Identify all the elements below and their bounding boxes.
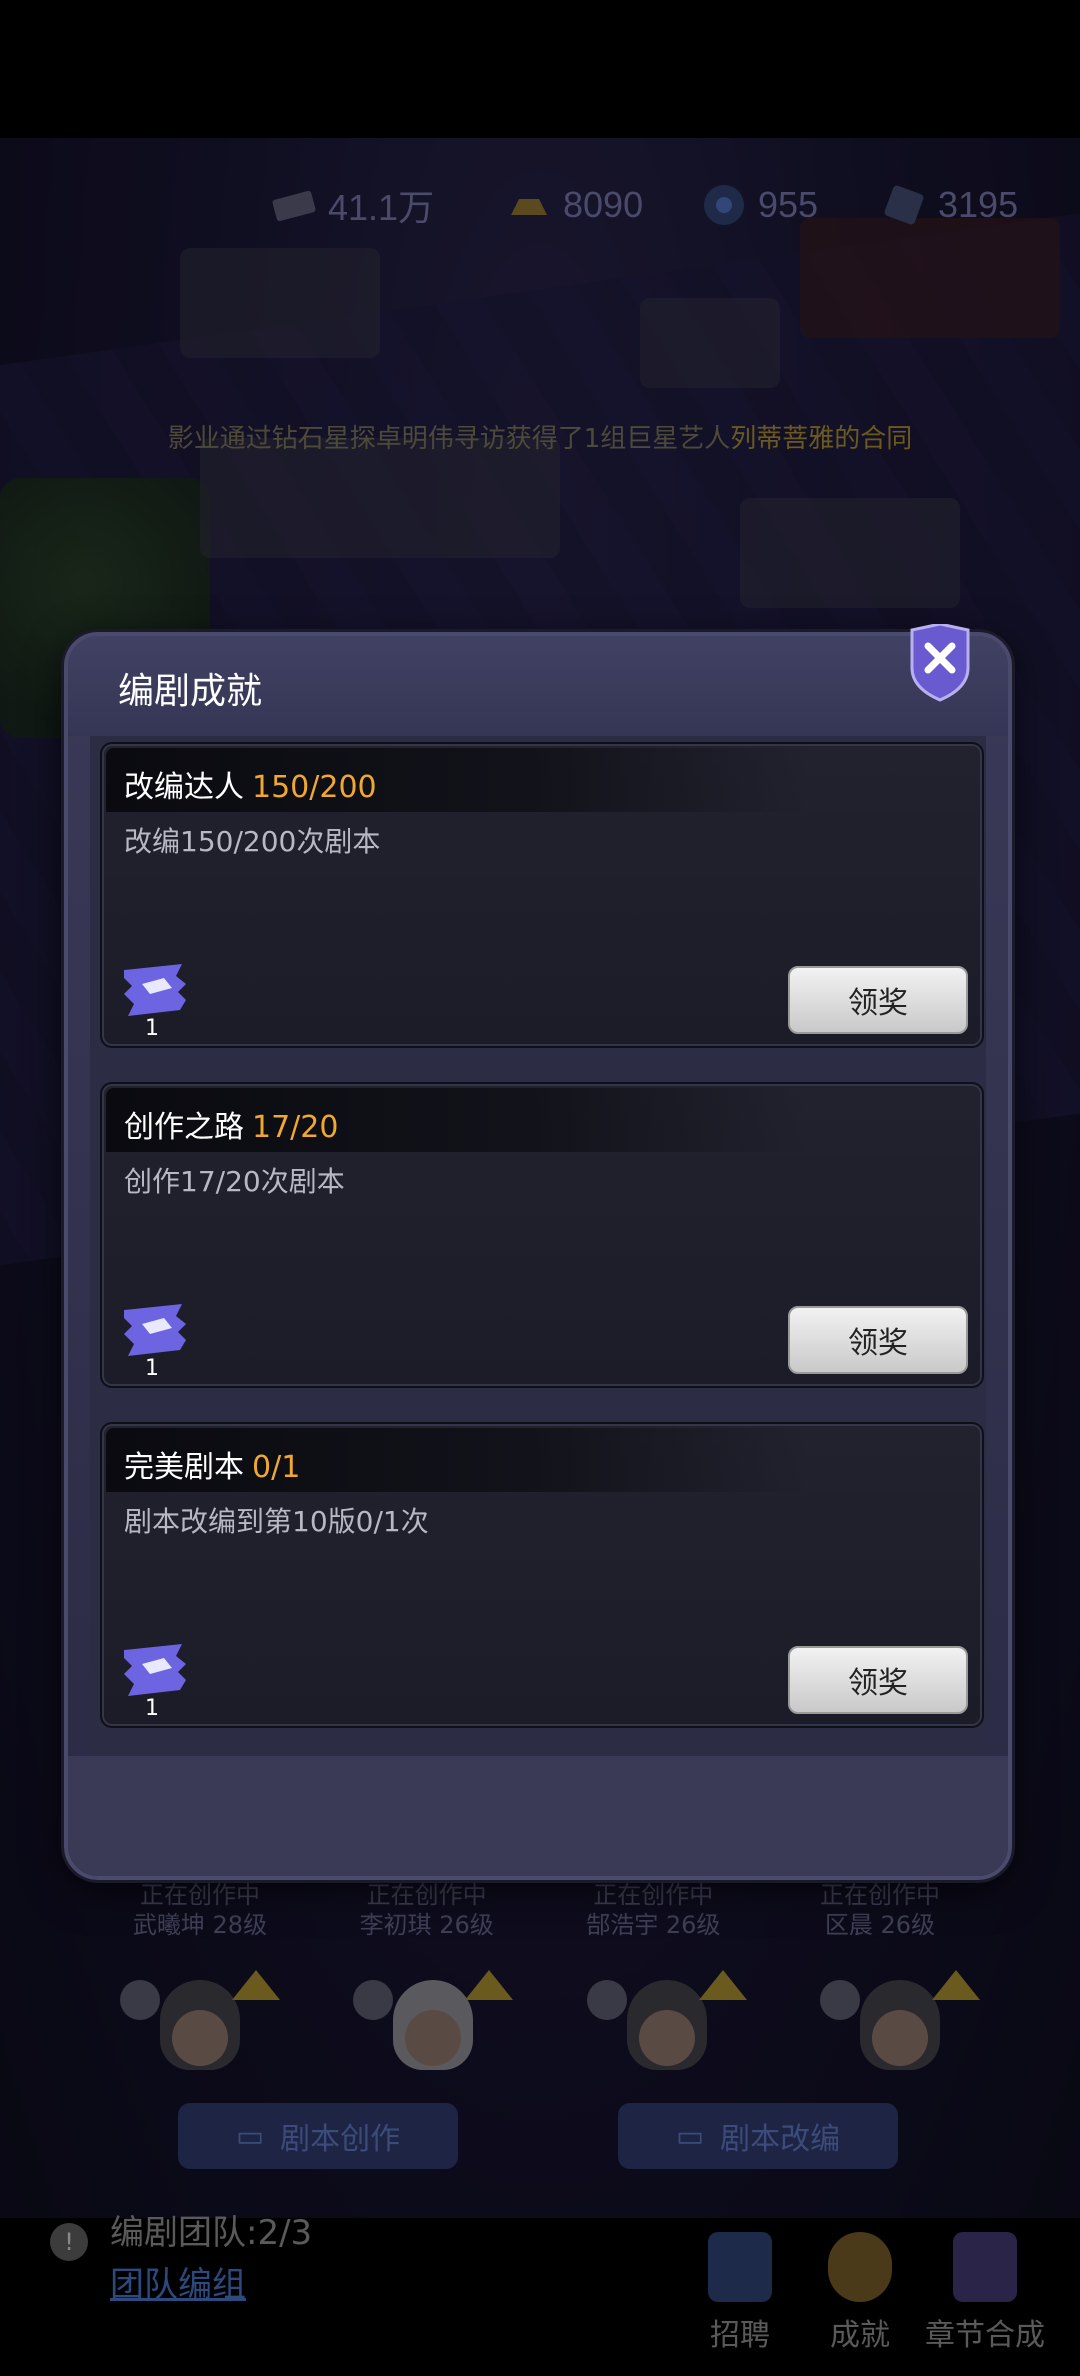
resource-cash[interactable]: 41.1万	[270, 175, 434, 235]
script-create-label: 剧本创作	[280, 2122, 401, 2157]
reward-quantity: 1	[145, 1016, 159, 1041]
achievement-progress: 150/200	[252, 770, 377, 805]
ticket-icon	[880, 181, 928, 229]
writer-slot: 正在创作中 区晨 26级	[780, 1880, 980, 1940]
modal-footer	[68, 1756, 1008, 1876]
nav-recruit-label: 招聘	[710, 2318, 770, 2353]
achievement-name: 改编达人	[124, 770, 244, 805]
reward-quantity: 1	[145, 1696, 159, 1721]
writer-status-row: 正在创作中 武曦坤 28级 正在创作中 李初琪 26级 正在创作中 郜浩宇 26级 正…	[100, 1880, 980, 1940]
resource-ticket-value: 3195	[938, 184, 1019, 225]
writer-slot: 正在创作中 郜浩宇 26级	[553, 1880, 753, 1940]
script-ticket-icon[interactable]	[120, 1642, 190, 1698]
achievement-card: 改编达人 150/200 改编150/200次剧本 1 领奖	[100, 742, 984, 1048]
modal-title: 编剧成就	[118, 671, 263, 712]
writer-name: 武曦坤 28级	[132, 1911, 268, 1939]
resource-ticket[interactable]: 3195	[880, 175, 1018, 235]
writer-name: 区晨 26级	[824, 1911, 936, 1939]
writer-slot: 正在创作中 李初琪 26级	[327, 1880, 527, 1940]
recruit-icon	[708, 2232, 772, 2302]
medal-icon	[120, 1980, 160, 2020]
writer-slot: 正在创作中 武曦坤 28级	[100, 1880, 300, 1940]
achievement-name: 完美剧本	[124, 1450, 244, 1485]
achievement-modal: 编剧成就 改编达人 150/200 改编150/200次剧本 1 领奖 创作之路 1…	[64, 622, 1012, 1880]
avatar[interactable]	[819, 1970, 980, 2070]
close-button[interactable]	[908, 622, 972, 702]
script-ticket-icon[interactable]	[120, 1302, 190, 1358]
writer-name: 李初琪 26级	[359, 1911, 494, 1939]
avatar[interactable]	[120, 1970, 280, 2070]
cash-icon	[270, 181, 318, 229]
nav-achievement-label: 成就	[830, 2318, 890, 2353]
broadcast-text: 影业通过钻石星探卓明伟寻访获得了1组巨星艺人	[167, 424, 731, 454]
resource-film-value: 955	[758, 184, 819, 225]
upgrade-arrow-icon	[465, 1970, 514, 2000]
chapter-merge-icon	[953, 2232, 1017, 2302]
medal-icon	[586, 1980, 627, 2020]
nav-chapter-merge-label: 章节合成	[925, 2318, 1045, 2353]
resource-cash-value: 41.1万	[328, 187, 435, 228]
writer-status: 正在创作中	[593, 1881, 714, 1909]
avatar[interactable]	[586, 1970, 747, 2070]
writer-status: 正在创作中	[366, 1881, 487, 1909]
avatar[interactable]	[353, 1970, 514, 2070]
achievement-card: 完美剧本 0/1 剧本改编到第10版0/1次 1 领奖	[100, 1422, 984, 1728]
script-ticket-icon[interactable]	[120, 962, 190, 1018]
upgrade-arrow-icon	[232, 1970, 280, 2000]
writer-status: 正在创作中	[819, 1881, 940, 1909]
close-icon	[910, 622, 970, 702]
writer-avatar-row	[120, 1970, 980, 2070]
script-adapt-label: 剧本改编	[720, 2122, 841, 2157]
achievement-description: 创作17/20次剧本	[124, 1165, 345, 1198]
gold-ingot-icon	[505, 181, 553, 229]
script-adapt-button[interactable]: ▭ 剧本改编	[618, 2103, 898, 2169]
achievement-icon	[828, 2232, 892, 2302]
team-group-link[interactable]: 团队编组	[110, 2257, 246, 2306]
broadcast-message: 影业通过钻石星探卓明伟寻访获得了1组巨星艺人列蒂菩雅的合同	[0, 418, 1080, 455]
team-count-label: 编剧团队:2/3	[110, 2213, 313, 2253]
broadcast-highlight: 列蒂菩雅的合同	[730, 424, 913, 454]
script-adapt-icon: ▭	[675, 2118, 705, 2154]
script-create-button[interactable]: ▭ 剧本创作	[178, 2103, 458, 2169]
nav-chapter-merge[interactable]: 章节合成	[920, 2232, 1050, 2372]
claim-reward-button[interactable]: 领奖	[788, 1646, 968, 1714]
resource-bar: 41.1万 8090 955 3195	[0, 175, 1080, 235]
medal-icon	[819, 1980, 860, 2020]
achievement-progress: 0/1	[252, 1450, 301, 1485]
upgrade-arrow-icon	[931, 1970, 980, 2000]
achievement-description: 改编150/200次剧本	[124, 825, 381, 858]
achievement-card: 创作之路 17/20 创作17/20次剧本 1 领奖	[100, 1082, 984, 1388]
resource-film[interactable]: 955	[700, 175, 818, 235]
achievement-description: 剧本改编到第10版0/1次	[124, 1505, 429, 1538]
writer-name: 郜浩宇 26级	[586, 1911, 721, 1939]
medal-icon	[353, 1980, 394, 2020]
reward-quantity: 1	[145, 1356, 159, 1381]
nav-achievement[interactable]: 成就	[800, 2232, 920, 2372]
script-create-icon: ▭	[235, 2118, 265, 2154]
film-reel-icon	[700, 181, 748, 229]
resource-gold[interactable]: 8090	[505, 175, 643, 235]
claim-reward-button[interactable]: 领奖	[788, 966, 968, 1034]
upgrade-arrow-icon	[698, 1970, 747, 2000]
achievement-name: 创作之路	[124, 1110, 244, 1145]
achievement-progress: 17/20	[252, 1110, 339, 1145]
nav-recruit[interactable]: 招聘	[680, 2232, 800, 2372]
resource-gold-value: 8090	[563, 184, 644, 225]
info-icon[interactable]: !	[50, 2223, 88, 2261]
claim-reward-button[interactable]: 领奖	[788, 1306, 968, 1374]
writer-status: 正在创作中	[140, 1881, 260, 1909]
